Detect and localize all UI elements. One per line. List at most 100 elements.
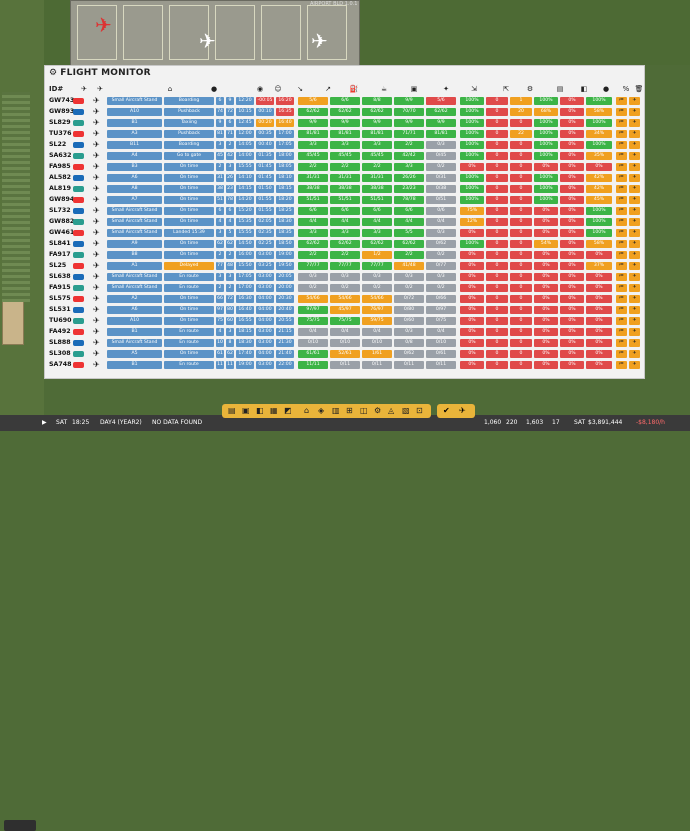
baggage-icon[interactable]: ▣: [409, 83, 419, 95]
build-toolbar[interactable]: ▤ ▣ ◧ ▦ ◩ ⌂ ◈ ▥ ⊞ ◫ ⚙ ◬ ▧ ⊡: [222, 404, 431, 418]
rewind-button[interactable]: ⏮: [616, 339, 627, 347]
toolbar-icon[interactable]: ⊞: [346, 406, 353, 416]
rewind-button[interactable]: ⏮: [616, 273, 627, 281]
stand-4[interactable]: [215, 5, 255, 60]
table-row[interactable]: SL888 ✈ Small Aircraft Stand En route 10 8 18:…: [49, 338, 642, 348]
flight-id[interactable]: SL575: [49, 294, 71, 304]
flight-id[interactable]: SL25: [49, 261, 71, 271]
flight-id[interactable]: AL582: [49, 173, 71, 183]
table-row[interactable]: FA915 ✈ Small Aircraft Stand En route 2 2 17:0…: [49, 283, 642, 293]
rewind-button[interactable]: ⏮: [616, 251, 627, 259]
flight-id[interactable]: FA985: [49, 162, 71, 172]
rewind-button[interactable]: ⏮: [616, 130, 627, 138]
flight-action-button[interactable]: ✈: [629, 273, 640, 281]
aircraft-icon[interactable]: ✈: [95, 15, 112, 35]
rewind-button[interactable]: ⏮: [616, 317, 627, 325]
flight-action-button[interactable]: ✈: [629, 130, 640, 138]
settings-icon[interactable]: ⚙: [525, 83, 535, 95]
flight-action-button[interactable]: ✈: [629, 218, 640, 226]
aircraft-icon[interactable]: ✈: [95, 83, 105, 95]
flight-action-button[interactable]: ✈: [629, 152, 640, 160]
table-row[interactable]: TU376 ✈ A3 Pushback 81 71 12:00 00:35 17:00 81/81…: [49, 129, 642, 139]
flight-id[interactable]: TU376: [49, 129, 72, 139]
toolbar-icon[interactable]: ▦: [270, 406, 278, 416]
flight-id[interactable]: SL841: [49, 239, 71, 249]
water-icon[interactable]: ●: [601, 83, 611, 95]
table-row[interactable]: TU690 ✈ A10 On time 75 60 16:55 04:00 20:55 75/75…: [49, 316, 642, 326]
trash-icon[interactable]: 🗑: [634, 83, 644, 95]
check-icon[interactable]: ✔: [443, 406, 450, 416]
rewind-button[interactable]: ⏮: [616, 185, 627, 193]
flight-id[interactable]: SA632: [49, 151, 72, 161]
flight-id[interactable]: SL732: [49, 206, 71, 216]
shop-icon[interactable]: ◧: [579, 83, 589, 95]
toolbar-icon[interactable]: ◧: [256, 406, 264, 416]
flight-action-button[interactable]: ✈: [629, 141, 640, 149]
departure-icon[interactable]: ↗: [323, 83, 333, 95]
rewind-button[interactable]: ⏮: [616, 328, 627, 336]
percent-icon[interactable]: %: [621, 83, 631, 95]
toolbar-icon[interactable]: ◬: [388, 406, 394, 416]
status-icon[interactable]: ●: [209, 83, 219, 95]
rewind-button[interactable]: ⏮: [616, 119, 627, 127]
flight-id[interactable]: FA915: [49, 283, 71, 293]
apron-area[interactable]: ✈ ✈ ✈: [70, 0, 360, 66]
arrival-icon[interactable]: ↘: [295, 83, 305, 95]
toolbar-icon[interactable]: ◫: [360, 406, 368, 416]
board-icon[interactable]: ⇱: [501, 83, 511, 95]
flight-id[interactable]: SL531: [49, 305, 71, 315]
toolbar-icon[interactable]: ▥: [332, 406, 340, 416]
flight-id[interactable]: GW882: [49, 217, 74, 227]
flight-id[interactable]: SL308: [49, 349, 71, 359]
flight-id[interactable]: FA492: [49, 327, 71, 337]
flight-action-button[interactable]: ✈: [629, 174, 640, 182]
flight-action-button[interactable]: ✈: [629, 185, 640, 193]
flight-action-button[interactable]: ✈: [629, 163, 640, 171]
airline-icon[interactable]: ✈: [79, 83, 89, 95]
table-row[interactable]: GW893 ✈ A10 Pushback 74 72 10:15 00:10 16:35 62/6…: [49, 107, 642, 117]
flight-action-button[interactable]: ✈: [629, 339, 640, 347]
table-row[interactable]: SL638 ✈ Small Aircraft Stand En route 3 3 17:0…: [49, 272, 642, 282]
flight-id[interactable]: FA917: [49, 250, 71, 260]
aircraft-icon[interactable]: ✈: [311, 31, 328, 51]
rewind-button[interactable]: ⏮: [616, 218, 627, 226]
catering-icon[interactable]: ☕: [379, 83, 389, 95]
table-row[interactable]: SA632 ✈ A4 Go to gate 45 42 14:00 01:35 18:00 45/…: [49, 151, 642, 161]
rewind-button[interactable]: ⏮: [616, 174, 627, 182]
rewind-button[interactable]: ⏮: [616, 350, 627, 358]
stand-5[interactable]: [261, 5, 301, 60]
rewind-button[interactable]: ⏮: [616, 163, 627, 171]
table-row[interactable]: GW882 ✈ Small Aircraft Stand On time 4 4 15:35…: [49, 217, 642, 227]
flight-action-button[interactable]: ✈: [629, 284, 640, 292]
rewind-button[interactable]: ⏮: [616, 306, 627, 314]
rewind-button[interactable]: ⏮: [616, 196, 627, 204]
flight-id[interactable]: GW461: [49, 228, 74, 238]
rewind-button[interactable]: ⏮: [616, 284, 627, 292]
table-row[interactable]: SL22 ✈ B11 Boarding 3 2 14:05 00:40 17:05 3/3 3/3 3…: [49, 140, 642, 150]
fuel-icon[interactable]: ⛽: [349, 83, 359, 95]
stand-2[interactable]: [123, 5, 163, 60]
gate-icon[interactable]: ◉: [255, 83, 265, 95]
flight-action-button[interactable]: ✈: [629, 108, 640, 116]
flight-action-button[interactable]: ✈: [629, 119, 640, 127]
flight-action-button[interactable]: ✈: [629, 295, 640, 303]
flight-action-button[interactable]: ✈: [629, 97, 640, 105]
flight-action-button[interactable]: ✈: [629, 306, 640, 314]
table-row[interactable]: SL308 ✈ A5 On time 61 62 17:40 04:00 21:40 61/61 5…: [49, 349, 642, 359]
flight-action-button[interactable]: ✈: [629, 350, 640, 358]
flight-id[interactable]: SL638: [49, 272, 71, 282]
flight-id[interactable]: SL829: [49, 118, 71, 128]
speed-controls[interactable]: [4, 820, 36, 831]
rewind-button[interactable]: ⏮: [616, 207, 627, 215]
deboard-icon[interactable]: ⇲: [469, 83, 479, 95]
table-row[interactable]: FA492 ✈ B1 En route 4 3 18:15 03:00 21:15 0/4 0/4 0…: [49, 327, 642, 337]
table-row[interactable]: AL582 ✈ A6 On time 31 26 14:10 01:45 18:10 31/31 3…: [49, 173, 642, 183]
flight-id[interactable]: SL22: [49, 140, 71, 150]
flight-id[interactable]: GW893: [49, 107, 74, 117]
flight-action-button[interactable]: ✈: [629, 262, 640, 270]
toolbar-icon[interactable]: ⊡: [416, 406, 423, 416]
flight-action-button[interactable]: ✈: [629, 207, 640, 215]
flight-id[interactable]: GW743: [49, 96, 74, 106]
rewind-button[interactable]: ⏮: [616, 152, 627, 160]
stand-icon[interactable]: ⌂: [165, 83, 175, 95]
